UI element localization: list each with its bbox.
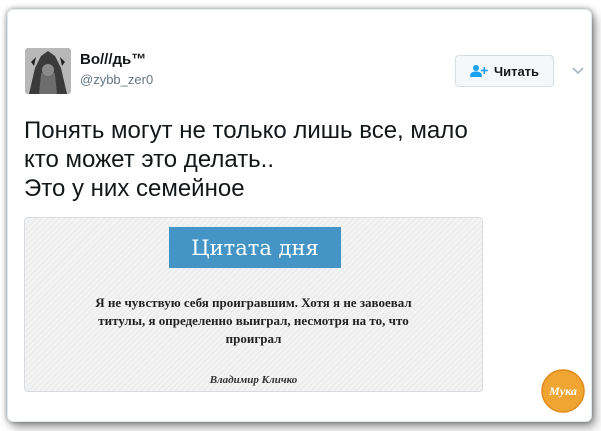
quote-line: титулы, я определенно выиграл, несмотря … — [98, 313, 409, 328]
tweet-text: Понять могут не только лишь все, мало кт… — [24, 116, 564, 203]
screenshot-frame: Во///дь™ @zybb_zer0 Читать Понять могут … — [0, 0, 601, 431]
watermark-logo: Мука — [541, 369, 585, 413]
quote-text: Я не чувствую себя проигравшим. Хотя я н… — [25, 294, 482, 348]
quote-image[interactable]: Цитата дня Я не чувствую себя проигравши… — [24, 217, 483, 392]
tweet-card: Во///дь™ @zybb_zer0 Читать Понять могут … — [7, 9, 592, 422]
display-name[interactable]: Во///дь™ — [80, 51, 146, 68]
quote-line: Я не чувствую себя проигравшим. Хотя я н… — [95, 295, 412, 310]
watermark-text: Мука — [548, 384, 577, 398]
tweet-text-line: Это у них семейное — [24, 175, 245, 202]
add-person-icon — [469, 65, 488, 77]
chevron-down-icon[interactable] — [571, 66, 585, 76]
tweet-text-line: Понять могут не только лишь все, мало — [24, 117, 468, 144]
avatar[interactable] — [25, 48, 71, 94]
follow-button[interactable]: Читать — [455, 55, 554, 87]
quote-author: Владимир Кличко — [209, 374, 298, 386]
quote-line: проиграл — [225, 331, 282, 346]
tweet-text-line: кто может это делать.. — [24, 146, 275, 173]
user-handle[interactable]: @zybb_zer0 — [80, 72, 153, 87]
quote-title: Цитата дня — [169, 227, 341, 268]
follow-label: Читать — [493, 63, 540, 79]
avatar-image — [25, 48, 71, 94]
